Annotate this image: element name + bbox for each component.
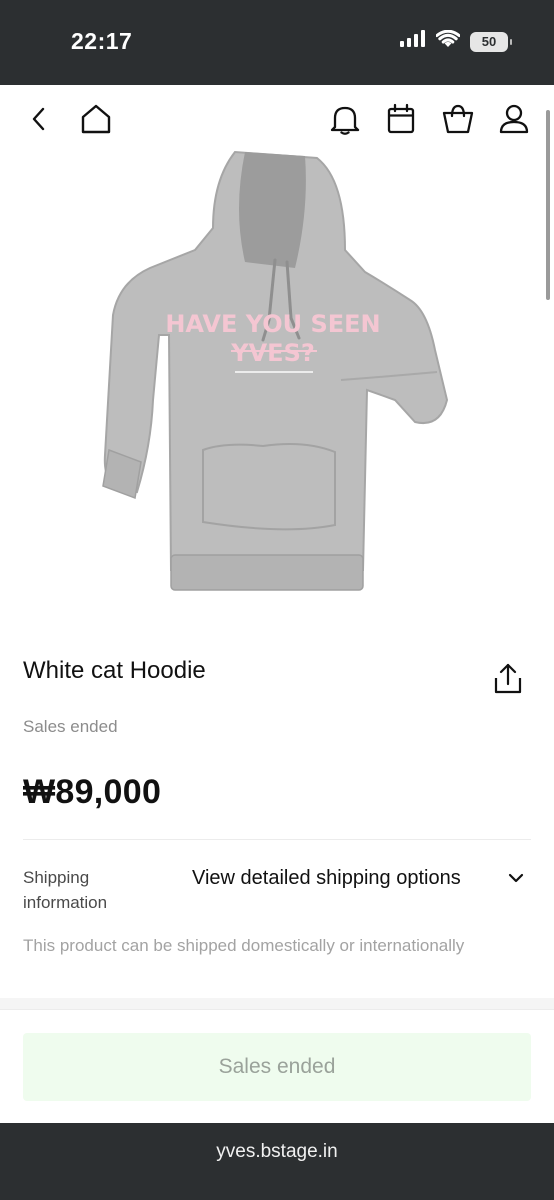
divider: [23, 839, 531, 840]
shipping-options-dropdown[interactable]: View detailed shipping options: [192, 862, 532, 894]
hoodie-print-line1: HAVE YOU SEEN: [165, 310, 380, 338]
section-divider: [0, 998, 554, 1010]
account-button[interactable]: [497, 102, 531, 136]
calendar-icon: [387, 103, 415, 134]
shipping-options-text: View detailed shipping options: [192, 866, 461, 889]
product-title: White cat Hoodie: [23, 657, 206, 684]
back-icon: [32, 107, 45, 131]
user-icon: [499, 104, 529, 134]
notifications-button[interactable]: [328, 102, 362, 136]
share-button[interactable]: [491, 662, 525, 696]
cart-button[interactable]: [441, 102, 475, 136]
top-navigation: [0, 85, 554, 153]
product-image[interactable]: HAVE YOU SEEN YVES?: [95, 150, 455, 595]
page-scrollbar[interactable]: [546, 110, 550, 300]
signal-icon: [400, 30, 426, 53]
home-icon: [81, 104, 111, 134]
back-button[interactable]: [22, 102, 56, 136]
hoodie-print-line2: YVES?: [230, 339, 315, 367]
battery-icon: 50: [470, 31, 512, 52]
bell-icon: [330, 106, 360, 135]
shipping-label: Shipping information: [23, 868, 108, 912]
status-icons: 50: [400, 29, 512, 53]
chevron-down-icon: [508, 873, 524, 883]
hoodie-image: HAVE YOU SEEN YVES?: [102, 150, 449, 591]
price: ₩89,000: [23, 773, 162, 811]
status-time: 22:17: [71, 28, 133, 54]
shopping-bag-icon: [442, 104, 474, 134]
sales-ended-button[interactable]: Sales ended: [23, 1033, 531, 1101]
share-icon: [494, 663, 522, 694]
browser-url[interactable]: yves.bstage.in: [0, 1141, 554, 1163]
calendar-button[interactable]: [384, 102, 418, 136]
wifi-icon: [435, 29, 461, 53]
shipping-note: This product can be shipped domestically…: [23, 936, 465, 955]
home-button[interactable]: [79, 102, 113, 136]
status-bar: 22:17 50: [0, 0, 554, 85]
sale-status: Sales ended: [23, 717, 118, 736]
